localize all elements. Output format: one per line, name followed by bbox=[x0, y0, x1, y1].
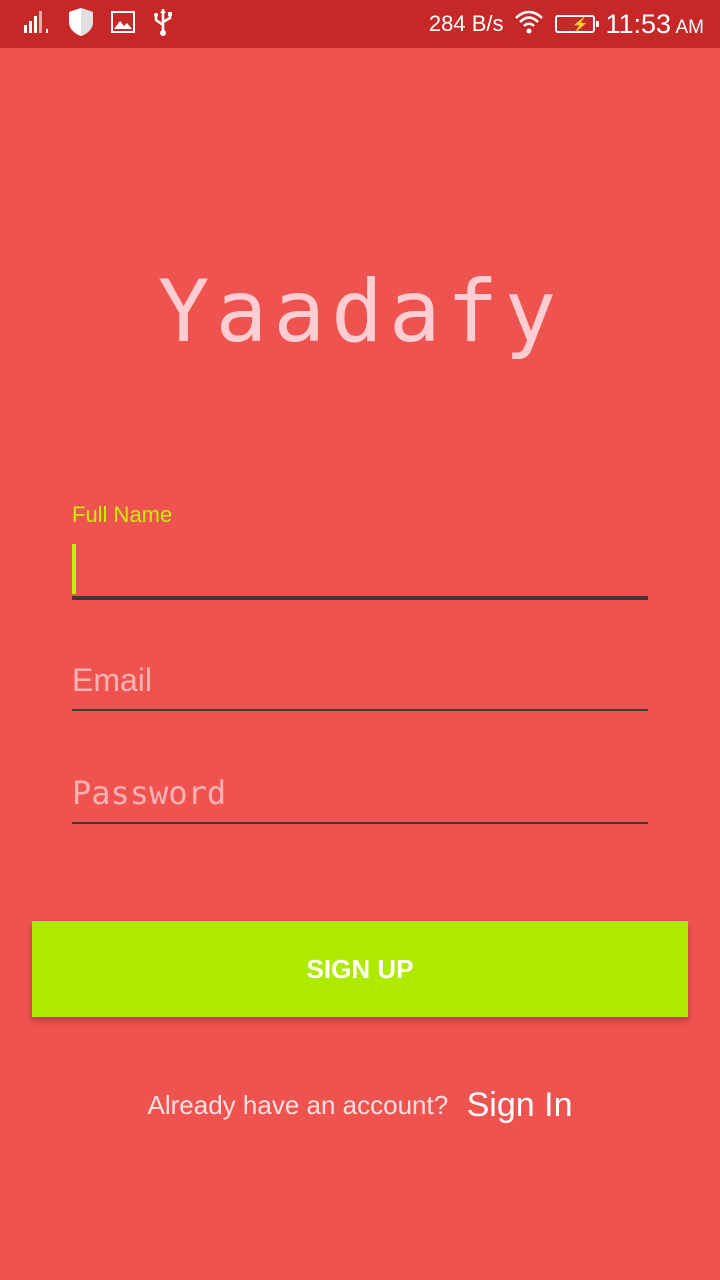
password-input[interactable] bbox=[72, 767, 648, 819]
password-underline bbox=[72, 822, 648, 824]
clock-ampm: AM bbox=[675, 16, 705, 38]
full-name-input[interactable] bbox=[72, 544, 658, 596]
email-underline bbox=[72, 709, 648, 711]
status-icons-left bbox=[22, 6, 176, 43]
status-bar: 284 B/s ⚡ 11:53 AM bbox=[0, 0, 720, 48]
app-logo: Yaadafy bbox=[157, 262, 563, 362]
battery-charging-icon: ⚡ bbox=[555, 15, 600, 33]
full-name-underline bbox=[72, 596, 648, 600]
clock: 11:53 AM bbox=[605, 9, 704, 40]
network-speed: 284 B/s bbox=[428, 11, 504, 36]
sign-in-link[interactable]: Sign In bbox=[467, 1086, 573, 1124]
image-icon bbox=[110, 9, 136, 40]
sign-in-row: Already have an account? Sign In bbox=[0, 1086, 720, 1125]
status-icons-right: 284 B/s ⚡ 11:53 AM bbox=[429, 0, 704, 48]
full-name-field[interactable]: Full Name bbox=[72, 502, 658, 602]
sign-up-button[interactable]: SIGN UP bbox=[32, 921, 688, 1017]
sign-in-prompt: Already have an account? bbox=[147, 1090, 449, 1120]
usb-icon bbox=[150, 7, 176, 42]
signal-icon bbox=[22, 9, 52, 40]
password-field[interactable] bbox=[72, 765, 648, 829]
shield-icon bbox=[66, 6, 96, 43]
email-field[interactable] bbox=[72, 652, 648, 716]
wifi-icon bbox=[513, 9, 545, 40]
full-name-label: Full Name bbox=[72, 502, 173, 527]
email-input[interactable] bbox=[72, 654, 648, 706]
clock-time: 11:53 bbox=[605, 8, 672, 39]
